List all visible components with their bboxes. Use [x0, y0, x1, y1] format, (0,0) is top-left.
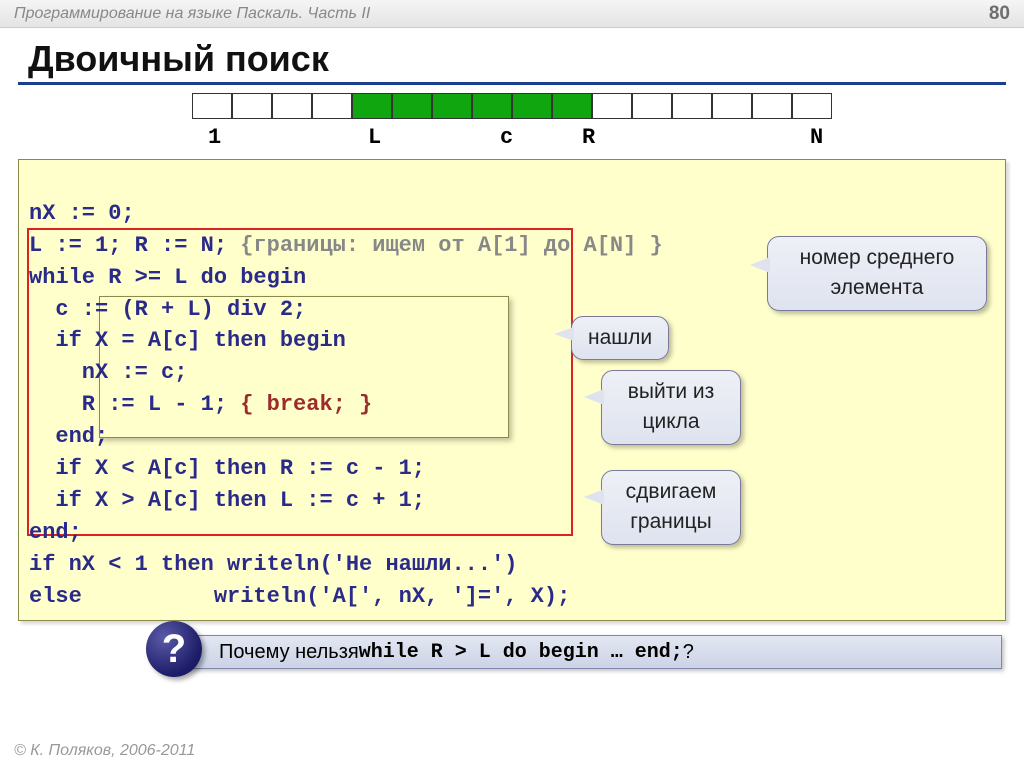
array-cell	[432, 93, 472, 119]
array-cell	[392, 93, 432, 119]
array-cell	[352, 93, 392, 119]
array-cell	[672, 93, 712, 119]
callout-found: нашли	[571, 316, 669, 360]
page-number: 80	[989, 3, 1010, 25]
header-left: Программирование на языке Паскаль. Часть…	[14, 5, 370, 23]
header-bar: Программирование на языке Паскаль. Часть…	[0, 0, 1024, 28]
array-cell	[472, 93, 512, 119]
array-cell	[712, 93, 752, 119]
array-cell	[752, 93, 792, 119]
array-cell	[272, 93, 312, 119]
callout-middle: номер среднегоэлемента	[767, 236, 987, 311]
array-visualization	[0, 93, 1024, 119]
question-row: Почему нельзя while R > L do begin … end…	[18, 629, 1006, 673]
question-pre: Почему нельзя	[219, 641, 359, 664]
callout-shift: сдвигаемграницы	[601, 470, 741, 545]
array-cell	[232, 93, 272, 119]
title-underline	[18, 82, 1006, 85]
array-cell	[512, 93, 552, 119]
label-N: N	[810, 125, 823, 150]
array-cell	[192, 93, 232, 119]
label-1: 1	[208, 125, 221, 150]
array-cell	[592, 93, 632, 119]
label-R: R	[582, 125, 595, 150]
question-code: while R > L do begin … end;	[359, 641, 683, 664]
question-post: ?	[683, 641, 694, 664]
array-cell	[632, 93, 672, 119]
label-c: c	[500, 125, 513, 150]
array-labels: 1 L c R N	[0, 125, 1024, 149]
question-box: Почему нельзя while R > L do begin … end…	[160, 635, 1002, 669]
array-cell	[792, 93, 832, 119]
code-block: nX := 0; L := 1; R := N; {границы: ищем …	[18, 159, 1006, 621]
footer-copyright: © К. Поляков, 2006-2011	[14, 742, 195, 760]
array-cell	[312, 93, 352, 119]
callout-exit: выйти изцикла	[601, 370, 741, 445]
page-title: Двоичный поиск	[0, 28, 1024, 82]
label-L: L	[368, 125, 381, 150]
code-text: nX := 0; L := 1; R := N; {границы: ищем …	[29, 166, 995, 612]
array-cell	[552, 93, 592, 119]
